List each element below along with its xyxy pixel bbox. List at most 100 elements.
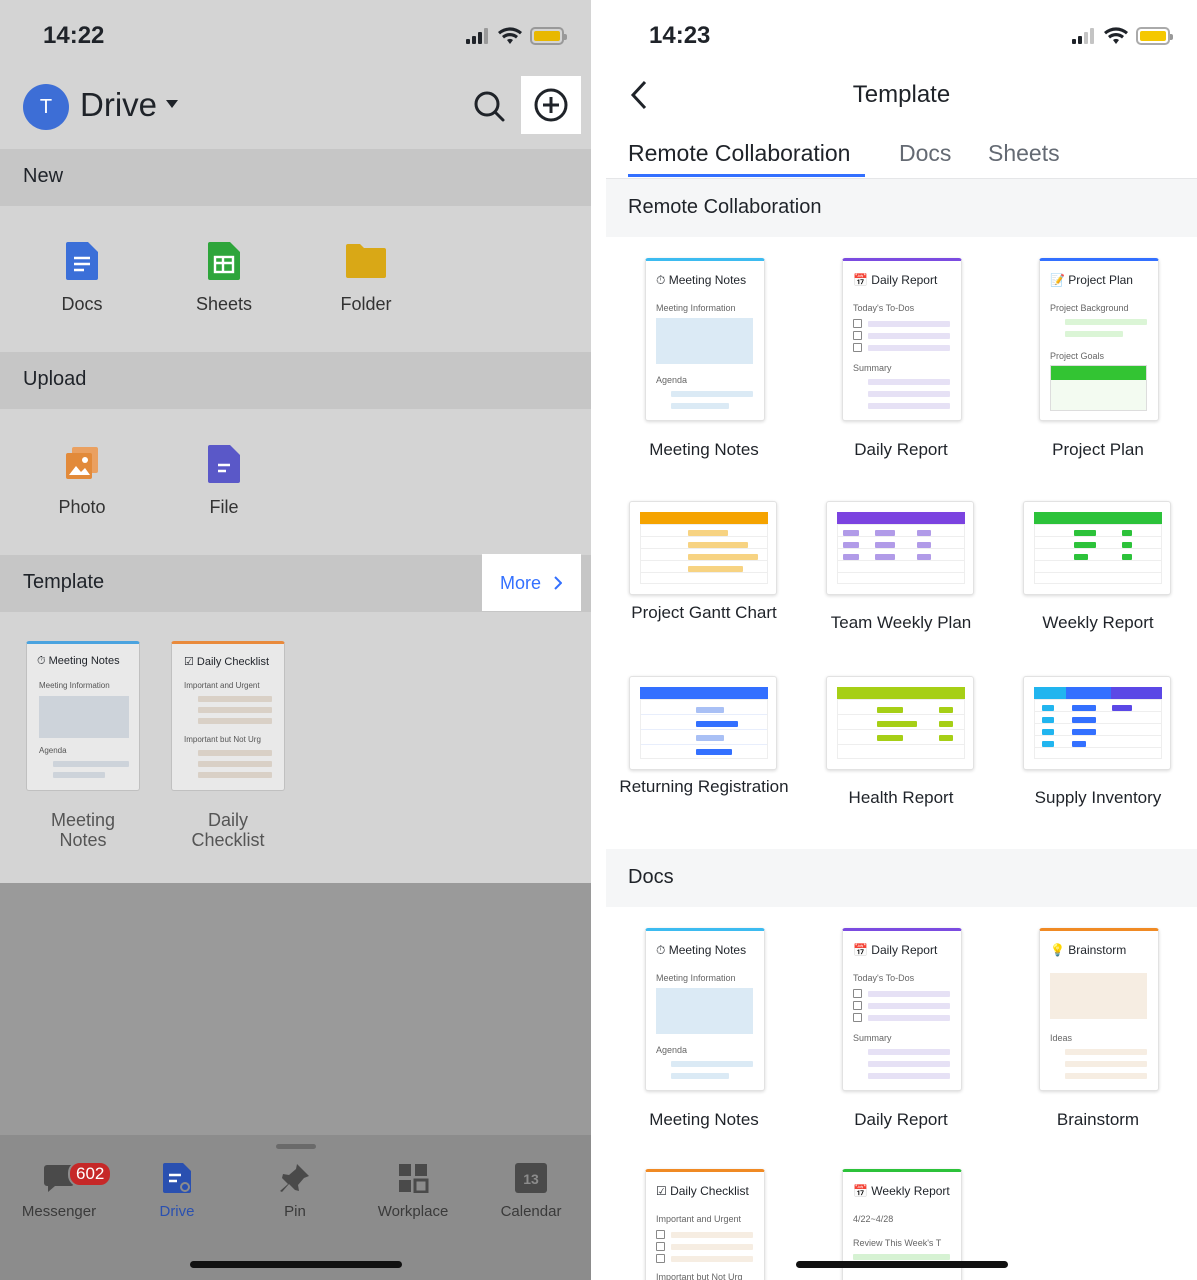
template-card-title: 📅 Daily Report (853, 943, 938, 957)
upload-photo-button[interactable]: Photo (32, 445, 132, 518)
search-icon[interactable] (472, 89, 506, 123)
template-label: Team Weekly Plan (830, 613, 972, 632)
workplace-icon (399, 1164, 429, 1193)
template-card-subtitle: Today's To-Dos (853, 973, 915, 983)
create-button[interactable] (521, 76, 581, 134)
template-screen: 14:23 Template Remote Collaboration Docs… (606, 0, 1197, 1280)
template-card-subtitle: Agenda (656, 1045, 688, 1055)
tab-sheets[interactable]: Sheets (988, 140, 1060, 167)
docs-label: Docs (61, 294, 103, 314)
table-placeholder (1050, 973, 1147, 1019)
tab-calendar[interactable]: 13 Calendar (476, 1163, 586, 1220)
pin-icon (280, 1164, 309, 1192)
backdrop-overlay[interactable] (0, 883, 591, 1135)
cell-placeholder (1074, 542, 1096, 548)
line-placeholder (198, 707, 272, 713)
gantt-bar (688, 554, 758, 560)
section-new: New (0, 149, 591, 206)
template-project-plan[interactable]: 📝 Project Plan Project Background Projec… (1039, 258, 1159, 421)
template-card-meeting-notes[interactable]: ⏱ Meeting Notes Meeting Information Agen… (26, 641, 140, 791)
checkbox (853, 1001, 862, 1010)
line-placeholder (1065, 1049, 1147, 1055)
tab-docs[interactable]: Docs (899, 140, 951, 167)
template-daily-report[interactable]: 📅 Daily Report Today's To-Dos Summary (842, 928, 962, 1091)
line-placeholder (1065, 1073, 1147, 1079)
template-returning-registration[interactable] (629, 676, 777, 770)
drive-icon (163, 1163, 191, 1193)
template-label: Daily Report (854, 440, 948, 459)
cell-placeholder (939, 735, 953, 741)
docs-icon (66, 242, 98, 280)
template-card-subtitle: Important and Urgent (184, 681, 260, 690)
template-weekly-report[interactable] (1023, 501, 1171, 595)
status-bar: 14:23 (606, 20, 1197, 52)
cell-placeholder (1072, 717, 1096, 723)
template-team-weekly-plan[interactable] (826, 501, 974, 595)
chevron-right-icon (554, 576, 562, 590)
tab-pin[interactable]: Pin (240, 1163, 350, 1220)
file-icon (208, 445, 240, 483)
section-remote-collaboration: Remote Collaboration (606, 179, 1197, 237)
template-health-report[interactable] (826, 676, 974, 770)
battery-icon (530, 27, 567, 45)
template-daily-checklist[interactable]: ☑ Daily Checklist Important and Urgent I… (645, 1169, 765, 1280)
tab-drive[interactable]: Drive (122, 1163, 232, 1220)
new-docs-button[interactable]: Docs (32, 242, 132, 315)
cell-placeholder (1072, 705, 1096, 711)
template-label: Meeting Notes (649, 1110, 759, 1129)
line-placeholder (868, 345, 950, 351)
tab-workplace[interactable]: Workplace (358, 1163, 468, 1220)
cell-placeholder (1122, 542, 1132, 548)
template-brainstorm[interactable]: 💡 Brainstorm Ideas (1039, 928, 1159, 1091)
cell-placeholder (1072, 729, 1096, 735)
cell-placeholder (917, 542, 931, 548)
template-project-gantt-chart[interactable] (629, 501, 777, 595)
template-daily-report[interactable]: 📅 Daily Report Today's To-Dos Summary (842, 258, 962, 421)
new-sheets-button[interactable]: Sheets (174, 242, 274, 315)
cell-placeholder (939, 707, 953, 713)
checkbox (656, 1242, 665, 1251)
page-title[interactable]: Drive (80, 86, 157, 124)
new-folder-button[interactable]: Folder (316, 242, 416, 315)
cell-placeholder (917, 530, 931, 536)
template-label: Returning Registration (619, 777, 789, 796)
template-label: Daily Report (854, 1110, 948, 1129)
line-placeholder (868, 1003, 950, 1009)
line-placeholder (671, 1256, 753, 1262)
sheets-icon (208, 242, 240, 280)
table-placeholder (1034, 524, 1162, 584)
upload-file-button[interactable]: File (174, 445, 274, 518)
header-bar (1034, 687, 1162, 699)
tab-remote-collaboration[interactable]: Remote Collaboration (628, 140, 850, 167)
cell-placeholder (917, 554, 931, 560)
template-card-subtitle: Ideas (1050, 1033, 1073, 1043)
checkbox (853, 319, 862, 328)
template-card-daily-checklist[interactable]: ☑ Daily Checklist Important and Urgent I… (171, 641, 285, 791)
plus-circle-icon (534, 88, 568, 122)
more-templates-button[interactable]: More (482, 554, 581, 611)
avatar[interactable]: T (23, 84, 69, 130)
tab-messenger[interactable]: Messenger 602 (4, 1161, 114, 1220)
cell-placeholder (939, 721, 953, 727)
drag-handle[interactable] (276, 1144, 316, 1149)
header-bar (837, 687, 965, 699)
section-upload: Upload (0, 352, 591, 409)
gantt-bar (688, 530, 728, 536)
line-placeholder (198, 718, 272, 724)
caret-down-icon[interactable] (165, 99, 179, 109)
line-placeholder (868, 391, 950, 397)
template-supply-inventory[interactable] (1023, 676, 1171, 770)
checkbox (656, 1254, 665, 1263)
home-indicator (190, 1261, 402, 1268)
template-card-subtitle: Project Goals (1050, 351, 1105, 361)
cell-placeholder (1122, 530, 1132, 536)
template-meeting-notes[interactable]: ⏱ Meeting Notes Meeting Information Agen… (645, 258, 765, 421)
cell-placeholder (875, 530, 895, 536)
template-card-subtitle: Agenda (656, 375, 688, 385)
cell-placeholder (1112, 705, 1132, 711)
cell-placeholder (1042, 717, 1054, 723)
cell-placeholder (875, 554, 895, 560)
template-meeting-notes[interactable]: ⏱ Meeting Notes Meeting Information Agen… (645, 928, 765, 1091)
checkbox (853, 989, 862, 998)
file-label: File (209, 497, 239, 517)
